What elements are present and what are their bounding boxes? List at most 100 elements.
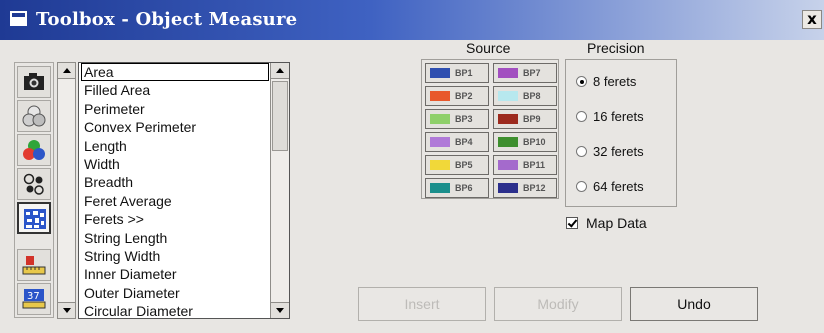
- circles-tool-button[interactable]: [17, 100, 51, 132]
- pattern-icon: [24, 209, 46, 229]
- svg-text:37: 37: [27, 291, 40, 302]
- list-item[interactable]: Inner Diameter: [79, 265, 271, 283]
- map-data-checkbox[interactable]: Map Data: [566, 215, 647, 231]
- checkbox-checked-icon: [566, 217, 578, 229]
- precision-radio-8[interactable]: 8 ferets: [576, 74, 636, 89]
- precision-option-label: 64 ferets: [593, 179, 644, 194]
- object-ruler-tool-button[interactable]: [17, 249, 51, 281]
- list-item[interactable]: Ferets >>: [79, 210, 271, 228]
- camera-icon: [24, 73, 44, 90]
- particles-tool-button[interactable]: [17, 168, 51, 200]
- pattern-tool-button[interactable]: [17, 202, 51, 234]
- title-bar: Toolbox - Object Measure x: [0, 0, 824, 40]
- chevron-up-icon: [62, 68, 71, 73]
- list-scroll-thumb[interactable]: [272, 81, 288, 151]
- color-swatch: [498, 183, 518, 193]
- list-scroll-down-button[interactable]: [271, 302, 289, 318]
- chevron-down-icon: [276, 308, 284, 313]
- list-item[interactable]: Width: [79, 155, 271, 173]
- map-data-label: Map Data: [586, 215, 647, 231]
- modify-button[interactable]: Modify: [494, 287, 622, 321]
- bitplane-label: BP3: [455, 114, 473, 124]
- insert-button[interactable]: Insert: [358, 287, 486, 321]
- list-item[interactable]: Length: [79, 137, 271, 155]
- list-item[interactable]: String Length: [79, 229, 271, 247]
- toolbar-scrollbar[interactable]: [57, 62, 76, 319]
- list-item[interactable]: Breadth: [79, 173, 271, 191]
- radio-icon: [576, 76, 587, 87]
- precision-radio-64[interactable]: 64 ferets: [576, 179, 644, 194]
- color-swatch: [430, 160, 450, 170]
- numeric-ruler-icon: 37: [22, 289, 46, 309]
- list-item[interactable]: Filled Area: [79, 81, 271, 99]
- color-swatch: [430, 68, 450, 78]
- bitplane-button-bp1[interactable]: BP1: [425, 63, 489, 83]
- bitplane-label: BP9: [523, 114, 541, 124]
- numeric-ruler-tool-button[interactable]: 37: [17, 283, 51, 315]
- precision-option-label: 16 ferets: [593, 109, 644, 124]
- precision-option-label: 32 ferets: [593, 144, 644, 159]
- bitplane-button-bp6[interactable]: BP6: [425, 178, 489, 198]
- source-label: Source: [466, 40, 511, 56]
- radio-icon: [576, 181, 587, 192]
- precision-option-label: 8 ferets: [593, 74, 637, 89]
- bitplane-button-bp11[interactable]: BP11: [493, 155, 557, 175]
- chevron-up-icon: [276, 68, 284, 73]
- bitplane-button-bp7[interactable]: BP7: [493, 63, 557, 83]
- bitplane-label: BP11: [523, 160, 546, 170]
- gray-circles-icon: [22, 105, 46, 127]
- rgb-circles-tool-button[interactable]: [17, 134, 51, 166]
- bitplane-button-bp4[interactable]: BP4: [425, 132, 489, 152]
- window-icon: [10, 11, 27, 26]
- bitplane-button-bp9[interactable]: BP9: [493, 109, 557, 129]
- bitplane-button-bp3[interactable]: BP3: [425, 109, 489, 129]
- bitplane-label: BP8: [523, 91, 541, 101]
- bitplane-label: BP7: [523, 68, 541, 78]
- precision-radio-32[interactable]: 32 ferets: [576, 144, 644, 159]
- list-item[interactable]: Perimeter: [79, 100, 271, 118]
- window-title: Toolbox - Object Measure: [36, 9, 298, 30]
- radio-icon: [576, 111, 587, 122]
- list-item[interactable]: Convex Perimeter: [79, 118, 271, 136]
- bitplane-button-bp5[interactable]: BP5: [425, 155, 489, 175]
- toolbar-scroll-down-button[interactable]: [58, 302, 75, 318]
- chevron-down-icon: [62, 308, 71, 313]
- undo-button[interactable]: Undo: [630, 287, 758, 321]
- bitplane-label: BP5: [455, 160, 473, 170]
- list-item[interactable]: Outer Diameter: [79, 284, 271, 302]
- precision-group: 8 ferets 16 ferets 32 ferets 64 ferets: [565, 59, 677, 207]
- list-item[interactable]: Area: [81, 63, 269, 82]
- bitplane-label: BP2: [455, 91, 473, 101]
- color-swatch: [498, 68, 518, 78]
- bitplane-label: BP6: [455, 183, 473, 193]
- tool-palette: 37: [14, 62, 54, 318]
- precision-radio-16[interactable]: 16 ferets: [576, 109, 644, 124]
- list-item[interactable]: String Width: [79, 247, 271, 265]
- color-swatch: [498, 91, 518, 101]
- bitplane-button-bp2[interactable]: BP2: [425, 86, 489, 106]
- color-swatch: [430, 183, 450, 193]
- camera-tool-button[interactable]: [17, 66, 51, 98]
- bitplane-button-bp12[interactable]: BP12: [493, 178, 557, 198]
- close-button[interactable]: x: [802, 10, 822, 29]
- rgb-circles-icon: [23, 140, 45, 160]
- list-item[interactable]: Feret Average: [79, 192, 271, 210]
- bitplane-label: BP4: [455, 137, 473, 147]
- precision-label: Precision: [587, 40, 645, 56]
- toolbar-scroll-up-button[interactable]: [58, 63, 75, 79]
- color-swatch: [430, 114, 450, 124]
- measurement-list-scrollbar[interactable]: [270, 63, 289, 318]
- radio-icon: [576, 146, 587, 157]
- bitplane-label: BP10: [523, 137, 546, 147]
- color-swatch: [498, 160, 518, 170]
- measurement-list-items: Area Filled Area Perimeter Convex Perimeter…: [79, 63, 271, 318]
- color-swatch: [430, 137, 450, 147]
- bitplane-button-bp8[interactable]: BP8: [493, 86, 557, 106]
- measurement-list[interactable]: Area Filled Area Perimeter Convex Perimeter…: [78, 62, 290, 319]
- color-swatch: [430, 91, 450, 101]
- list-item[interactable]: Circular Diameter: [79, 302, 271, 318]
- bitplane-label: BP1: [455, 68, 473, 78]
- object-ruler-icon: [22, 256, 46, 275]
- bitplane-button-bp10[interactable]: BP10: [493, 132, 557, 152]
- list-scroll-up-button[interactable]: [271, 63, 289, 79]
